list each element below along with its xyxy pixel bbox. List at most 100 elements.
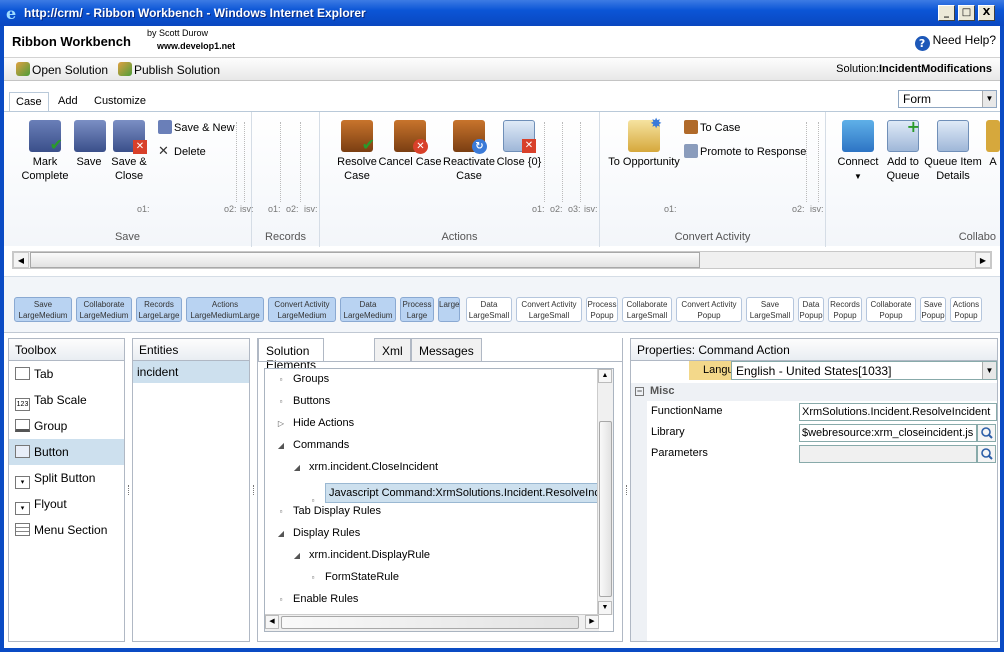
publish-solution-button[interactable]: Publish Solution: [118, 62, 220, 77]
close-window-button[interactable]: X: [978, 5, 995, 21]
template-item[interactable]: Large: [438, 297, 460, 322]
help-link[interactable]: ? Need Help?: [914, 33, 996, 51]
template-item[interactable]: Convert Activity LargeSmall: [516, 297, 582, 322]
toolbox-button[interactable]: Button: [9, 439, 124, 465]
save-button[interactable]: Save: [74, 120, 106, 169]
connect-button[interactable]: Connect ▼: [836, 120, 880, 184]
tree-node[interactable]: ▫ Javascript Command:XrmSolutions.Inciden…: [309, 483, 603, 506]
toolbox-group[interactable]: Group: [9, 413, 124, 439]
tree-bullet-icon[interactable]: ▫: [277, 397, 285, 406]
tree-bullet-icon[interactable]: ▷: [277, 419, 285, 428]
tree-node[interactable]: ▫ Buttons: [277, 395, 331, 407]
toolbox-menu-section[interactable]: Menu Section: [9, 517, 124, 543]
template-item[interactable]: Records Popup: [828, 297, 862, 322]
queue-item-details-button[interactable]: Queue Item Details: [924, 120, 982, 183]
toolbox-flyout[interactable]: ▾ Flyout: [9, 491, 124, 517]
template-item[interactable]: Collaborate LargeMedium: [76, 297, 132, 322]
lookup-search-icon[interactable]: [977, 424, 996, 442]
scroll-left-icon[interactable]: ◀: [13, 252, 29, 268]
ribbon-scrollbar[interactable]: ◀ ▶: [12, 251, 992, 269]
template-item[interactable]: Process Large: [400, 297, 434, 322]
template-item[interactable]: Convert Activity LargeMedium: [268, 297, 336, 322]
scroll-down-icon[interactable]: ▼: [598, 601, 612, 615]
tab-messages[interactable]: Messages: [411, 338, 482, 362]
scroll-thumb[interactable]: [281, 616, 579, 629]
open-solution-button[interactable]: Open Solution: [16, 62, 108, 77]
tree-bullet-icon[interactable]: ▫: [277, 375, 285, 384]
template-item[interactable]: Records LargeLarge: [136, 297, 182, 322]
section-header[interactable]: − Misc: [631, 383, 997, 401]
tab-xml[interactable]: Xml: [374, 338, 411, 362]
resolve-case-button[interactable]: ✔ Resolve Case: [334, 120, 380, 183]
template-item[interactable]: Collaborate LargeSmall: [622, 297, 672, 322]
tree-bullet-icon[interactable]: ▫: [309, 573, 317, 582]
template-item[interactable]: Data Popup: [798, 297, 824, 322]
close-entity-button[interactable]: ✕ Close {0}: [496, 120, 542, 169]
tree-node[interactable]: ◢ Display Rules: [277, 527, 360, 539]
tree-node[interactable]: ▷ Hide Actions: [277, 417, 354, 429]
separator: [280, 122, 281, 202]
template-item[interactable]: Save LargeMedium: [14, 297, 72, 322]
scroll-up-icon[interactable]: ▲: [598, 369, 612, 383]
scroll-right-icon[interactable]: ▶: [975, 252, 991, 268]
tree-node[interactable]: ◢ xrm.incident.DisplayRule: [293, 549, 430, 561]
toolbox-tab-scale[interactable]: 123 Tab Scale: [9, 387, 124, 413]
tree-bullet-icon[interactable]: ▫: [277, 595, 285, 604]
tree-bullet-icon[interactable]: ◢: [277, 441, 285, 450]
mark-complete-button[interactable]: ✔ Mark Complete: [12, 120, 78, 183]
scroll-right-icon[interactable]: ▶: [585, 615, 599, 629]
tree-node[interactable]: ▫ FormStateRule: [309, 571, 399, 583]
template-item[interactable]: Actions LargeMediumLarge: [186, 297, 264, 322]
toolbox-tab[interactable]: Tab: [9, 361, 124, 387]
to-case-button[interactable]: To Case: [684, 120, 740, 134]
promote-response-button[interactable]: Promote to Response: [684, 144, 806, 158]
tree-bullet-icon[interactable]: ◢: [293, 463, 301, 472]
property-value[interactable]: $webresource:xrm_closeincident.js: [799, 424, 977, 442]
form-type-select[interactable]: Form ▼: [898, 90, 997, 108]
scroll-thumb[interactable]: [599, 421, 612, 597]
language-select[interactable]: English - United States[1033] ▼: [731, 361, 997, 380]
assign-button[interactable]: A: [986, 120, 1000, 169]
tree-node[interactable]: ▫ Groups: [277, 373, 330, 385]
scroll-left-icon[interactable]: ◀: [265, 615, 279, 629]
tab-customize[interactable]: Customize: [88, 92, 152, 112]
tree-node[interactable]: ▫ Tab Display Rules: [277, 505, 381, 517]
save-new-button[interactable]: Save & New: [158, 120, 235, 134]
to-opportunity-button[interactable]: ✸ To Opportunity: [606, 116, 682, 169]
cancel-case-button[interactable]: ✕ Cancel Case: [378, 120, 442, 169]
tab-add[interactable]: Add: [52, 92, 84, 112]
template-item[interactable]: Save Popup: [920, 297, 946, 322]
template-item[interactable]: Convert Activity Popup: [676, 297, 742, 322]
tree-vertical-scrollbar[interactable]: ▲ ▼: [597, 369, 613, 615]
template-item[interactable]: Process Popup: [586, 297, 618, 322]
property-value[interactable]: XrmSolutions.Incident.ResolveIncident: [799, 403, 997, 421]
tree-bullet-icon[interactable]: ▫: [277, 507, 285, 516]
template-item[interactable]: Data LargeMedium: [340, 297, 396, 322]
tree-node[interactable]: ◢ xrm.incident.CloseIncident: [293, 461, 438, 473]
separator: [544, 122, 545, 202]
lookup-search-icon[interactable]: [977, 445, 996, 463]
minimize-button[interactable]: _: [938, 5, 955, 21]
tree-node[interactable]: ◢ Commands: [277, 439, 349, 451]
entity-incident[interactable]: incident: [133, 361, 249, 383]
tree-bullet-icon[interactable]: ◢: [277, 529, 285, 538]
tab-case[interactable]: Case: [9, 92, 49, 112]
tree-bullet-icon[interactable]: ◢: [293, 551, 301, 560]
template-item[interactable]: Collaborate Popup: [866, 297, 916, 322]
tree-horizontal-scrollbar[interactable]: ◀ ▶: [265, 614, 599, 631]
tab-solution-elements[interactable]: Solution Elements: [258, 338, 325, 372]
template-item[interactable]: Save LargeSmall: [746, 297, 794, 322]
property-value[interactable]: [799, 445, 977, 463]
reactivate-case-button[interactable]: ↻ Reactivate Case: [442, 120, 496, 183]
toolbox-split-button[interactable]: ▾ Split Button: [9, 465, 124, 491]
tree-node[interactable]: ▫ Enable Rules: [277, 593, 359, 605]
template-item[interactable]: Actions Popup: [950, 297, 982, 322]
tree-bullet-icon[interactable]: ▫: [309, 496, 317, 505]
scroll-thumb[interactable]: [30, 252, 700, 268]
delete-button[interactable]: ✕ Delete: [158, 144, 206, 159]
template-item[interactable]: Data LargeSmall: [466, 297, 512, 322]
maximize-button[interactable]: □: [958, 5, 975, 21]
save-close-button[interactable]: ✕ Save & Close: [108, 120, 150, 183]
toolbox-item-label: Group: [34, 419, 68, 433]
add-to-queue-button[interactable]: + Add to Queue: [882, 117, 924, 183]
